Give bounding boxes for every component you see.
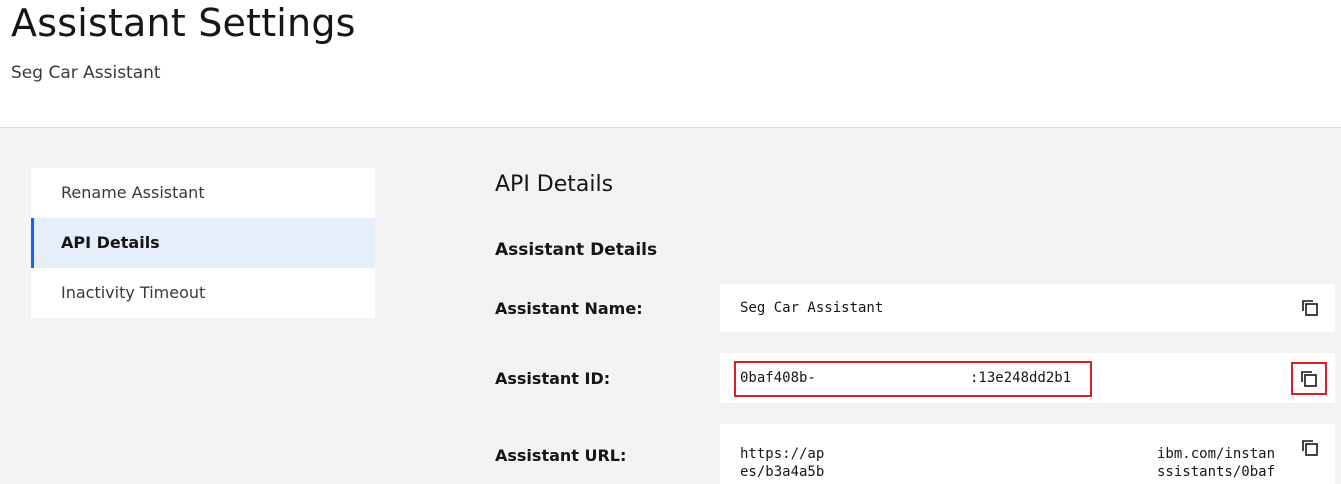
nav-item-inactivity-timeout[interactable]: Inactivity Timeout <box>31 268 375 318</box>
copy-icon <box>1301 370 1317 387</box>
copy-assistant-name-button[interactable] <box>1294 292 1326 324</box>
assistant-url-line1-start: https://ap <box>740 446 825 462</box>
assistant-name-field: Seg Car Assistant <box>720 284 1335 332</box>
assistant-name-subtitle: Seg Car Assistant <box>11 63 161 83</box>
assistant-url-line2-end: ssistants/0baf <box>1157 464 1276 480</box>
assistant-id-value-start: 0baf408b- <box>740 370 816 386</box>
subsection-title: Assistant Details <box>495 240 658 260</box>
assistant-url-line1-end: ibm.com/instan <box>1157 446 1276 462</box>
settings-nav: Rename Assistant API Details Inactivity … <box>31 168 375 318</box>
nav-item-api-details[interactable]: API Details <box>31 218 375 268</box>
page-title: Assistant Settings <box>11 1 356 45</box>
assistant-url-line2-start: es/b3a4a5b <box>740 464 825 480</box>
section-title: API Details <box>495 172 614 197</box>
assistant-id-field: 0baf408b- :13e248dd2b1 <box>720 353 1335 403</box>
page-header: Assistant Settings Seg Car Assistant <box>0 0 1341 128</box>
copy-assistant-id-button[interactable] <box>1291 362 1327 395</box>
assistant-name-label: Assistant Name: <box>495 299 643 318</box>
assistant-url-label: Assistant URL: <box>495 446 627 465</box>
assistant-id-label: Assistant ID: <box>495 369 611 388</box>
copy-icon <box>1302 300 1318 316</box>
copy-icon <box>1302 440 1318 456</box>
assistant-id-value-end: :13e248dd2b1 <box>970 370 1072 386</box>
assistant-url-field: https://ap ibm.com/instan es/b3a4a5b ssi… <box>720 424 1335 484</box>
nav-item-rename-assistant[interactable]: Rename Assistant <box>31 168 375 218</box>
copy-assistant-url-button[interactable] <box>1294 432 1326 464</box>
assistant-name-value: Seg Car Assistant <box>740 300 884 316</box>
